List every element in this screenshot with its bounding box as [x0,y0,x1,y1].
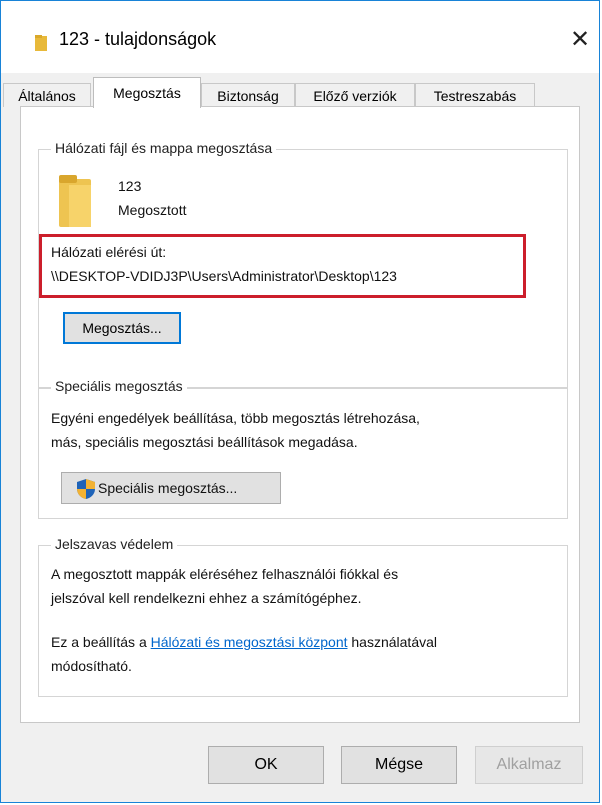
password-desc-line3: Ez a beállítás a Hálózati és megosztási … [51,634,437,650]
apply-button[interactable]: Alkalmaz [475,746,583,784]
password-protection-group-title: Jelszavas védelem [51,536,178,552]
advanced-sharing-group-title: Speciális megosztás [51,378,187,394]
ok-button[interactable]: OK [208,746,324,784]
line3-suffix: használatával [347,634,438,650]
cancel-button[interactable]: Mégse [341,746,457,784]
network-path-label: Hálózati elérési út: [51,244,167,260]
tab-altalanos[interactable]: Általános [3,83,91,107]
title-bar[interactable]: 123 - tulajdonságok ✕ [1,1,599,73]
folder-icon [35,35,47,51]
tab-elozo-verziok[interactable]: Előző verziók [295,83,415,107]
advanced-sharing-desc-line1: Egyéni engedélyek beállítása, több megos… [51,410,420,426]
advanced-sharing-group: Speciális megosztás Egyéni engedélyek be… [38,378,568,519]
tab-testreszabas[interactable]: Testreszabás [415,83,535,107]
network-sharing-center-link[interactable]: Hálózati és megosztási központ [151,634,348,650]
network-path-value: \\DESKTOP-VDIDJ3P\Users\Administrator\De… [51,268,397,284]
share-button[interactable]: Megosztás... [63,312,181,344]
password-desc-line4: módosítható. [51,658,132,674]
folder-status: Megosztott [118,202,187,218]
close-icon: ✕ [569,26,591,53]
folder-name: 123 [118,178,142,194]
advanced-sharing-button-label: Speciális megosztás... [98,480,238,496]
window-title: 123 - tulajdonságok [59,29,217,49]
password-desc-line1: A megosztott mappák eléréséhez felhaszná… [51,566,399,582]
folder-icon [59,175,91,227]
properties-window: 123 - tulajdonságok ✕ Általános Megosztá… [0,0,600,803]
line3-prefix: Ez a beállítás a [51,634,151,650]
network-sharing-group: Hálózati fájl és mappa megosztása 123 Me… [38,140,568,389]
password-protection-group: Jelszavas védelem A megosztott mappák el… [38,536,568,697]
tab-biztonsag[interactable]: Biztonság [201,83,295,107]
network-sharing-group-title: Hálózati fájl és mappa megosztása [51,140,277,156]
advanced-sharing-desc-line2: más, speciális megosztási beállítások me… [51,434,358,450]
tab-strip: Általános Megosztás Biztonság Előző verz… [1,73,599,108]
tab-megosztas[interactable]: Megosztás [93,77,201,108]
uac-shield-icon [77,479,95,499]
password-desc-line2: jelszóval kell rendelkezni ehhez a számí… [51,590,362,606]
advanced-sharing-button[interactable]: Speciális megosztás... [61,472,281,504]
close-button[interactable]: ✕ [565,25,595,55]
sharing-panel: Hálózati fájl és mappa megosztása 123 Me… [20,106,580,723]
